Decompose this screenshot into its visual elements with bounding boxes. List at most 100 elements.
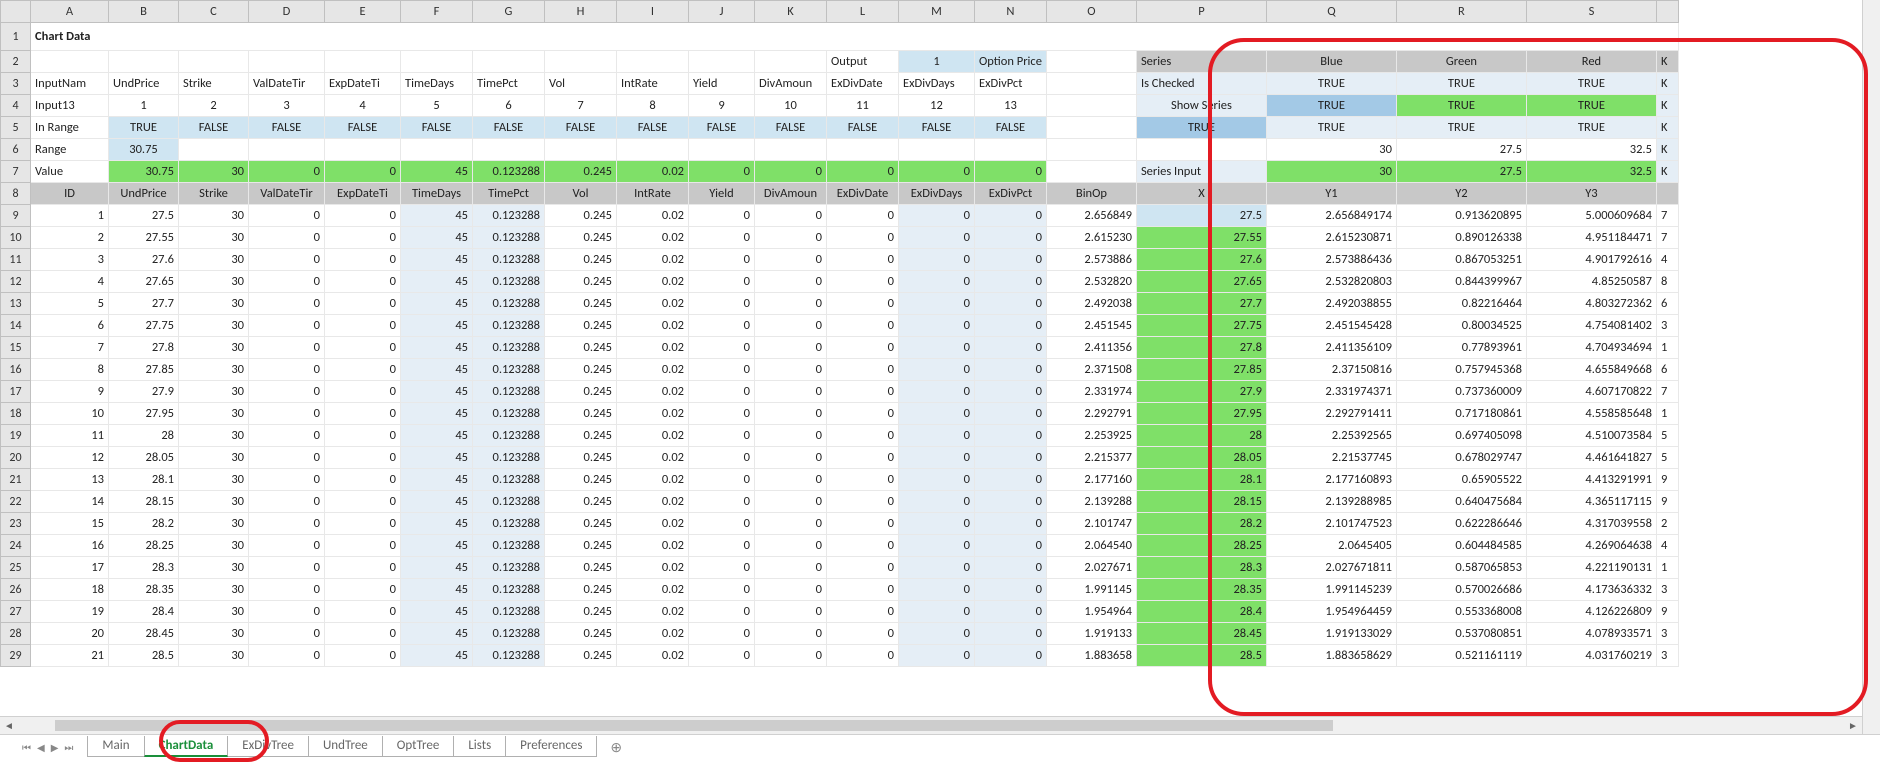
cell-exp-23[interactable]: 0 — [325, 513, 401, 535]
cell-pct-27[interactable]: 0.123288 — [473, 601, 545, 623]
cell-I2[interactable] — [617, 51, 689, 73]
cell-C5[interactable]: FALSE — [179, 117, 249, 139]
cell-n-23[interactable]: 0 — [975, 513, 1047, 535]
cell-rate-17[interactable]: 0.02 — [617, 381, 689, 403]
cell-S5[interactable]: TRUE — [1526, 117, 1656, 139]
cell-T6[interactable]: K — [1656, 139, 1678, 161]
cell-E6[interactable] — [325, 139, 401, 161]
col-label-H[interactable]: Vol — [545, 183, 617, 205]
cell-y1-21[interactable]: 2.177160893 — [1266, 469, 1396, 491]
cell-B3[interactable]: UndPrice — [109, 73, 179, 95]
cell-pct-16[interactable]: 0.123288 — [473, 359, 545, 381]
cell-E4[interactable]: 4 — [325, 95, 401, 117]
cell-strike-18[interactable]: 30 — [179, 403, 249, 425]
cell-E5[interactable]: FALSE — [325, 117, 401, 139]
cell-rate-12[interactable]: 0.02 — [617, 271, 689, 293]
col-header-J[interactable]: J — [689, 1, 755, 23]
cell-I6[interactable] — [617, 139, 689, 161]
col-label-P[interactable]: X — [1136, 183, 1266, 205]
cell-m-22[interactable]: 0 — [899, 491, 975, 513]
cell-m-12[interactable]: 0 — [899, 271, 975, 293]
cell-K5[interactable]: FALSE — [755, 117, 827, 139]
cell-vol-17[interactable]: 0.245 — [545, 381, 617, 403]
cell-m-17[interactable]: 0 — [899, 381, 975, 403]
cell-y3-28[interactable]: 4.078933571 — [1526, 623, 1656, 645]
cell-k-13[interactable]: 0 — [755, 293, 827, 315]
cell-pct-20[interactable]: 0.123288 — [473, 447, 545, 469]
cell-days-24[interactable]: 45 — [401, 535, 473, 557]
horizontal-scrollbar[interactable]: ◄ ► — [0, 716, 1862, 734]
cell-y2-16[interactable]: 0.757945368 — [1396, 359, 1526, 381]
cell-und-17[interactable]: 27.9 — [109, 381, 179, 403]
cell-m-19[interactable]: 0 — [899, 425, 975, 447]
cell-O5[interactable] — [1046, 117, 1136, 139]
sheet-tab-preferences[interactable]: Preferences — [505, 736, 597, 757]
cell-l-19[interactable]: 0 — [827, 425, 899, 447]
cell-und-21[interactable]: 28.1 — [109, 469, 179, 491]
cell-rate-11[interactable]: 0.02 — [617, 249, 689, 271]
scroll-left-icon[interactable]: ◄ — [0, 717, 18, 735]
cell-strike-21[interactable]: 30 — [179, 469, 249, 491]
cell-vol-13[interactable]: 0.245 — [545, 293, 617, 315]
cell-S6[interactable]: 32.5 — [1526, 139, 1656, 161]
cell-A2[interactable] — [31, 51, 109, 73]
cell-und-19[interactable]: 28 — [109, 425, 179, 447]
cell-rate-22[interactable]: 0.02 — [617, 491, 689, 513]
cell-over-19[interactable]: 5 — [1656, 425, 1678, 447]
cell-id-28[interactable]: 20 — [31, 623, 109, 645]
cell-K6[interactable] — [755, 139, 827, 161]
cell-F4[interactable]: 5 — [401, 95, 473, 117]
cell-strike-27[interactable]: 30 — [179, 601, 249, 623]
cell-S3[interactable]: TRUE — [1526, 73, 1656, 95]
cell-yield-16[interactable]: 0 — [689, 359, 755, 381]
cell-y2-28[interactable]: 0.537080851 — [1396, 623, 1526, 645]
cell-y1-24[interactable]: 2.0645405 — [1266, 535, 1396, 557]
cell-L2[interactable]: Output — [827, 51, 899, 73]
cell-x-11[interactable]: 27.6 — [1136, 249, 1266, 271]
cell-yield-22[interactable]: 0 — [689, 491, 755, 513]
cell-yield-14[interactable]: 0 — [689, 315, 755, 337]
cell-exp-22[interactable]: 0 — [325, 491, 401, 513]
col-label-S[interactable]: Y3 — [1526, 183, 1656, 205]
cell-B7[interactable]: 30.75 — [109, 161, 179, 183]
cell-k-14[interactable]: 0 — [755, 315, 827, 337]
col-header-Q[interactable]: Q — [1266, 1, 1396, 23]
col-header-C[interactable]: C — [179, 1, 249, 23]
cell-yield-9[interactable]: 0 — [689, 205, 755, 227]
cell-y1-12[interactable]: 2.532820803 — [1266, 271, 1396, 293]
cell-strike-29[interactable]: 30 — [179, 645, 249, 667]
cell-pct-15[interactable]: 0.123288 — [473, 337, 545, 359]
cell-pct-10[interactable]: 0.123288 — [473, 227, 545, 249]
row-header-1[interactable]: 1 — [1, 23, 31, 51]
cell-J2[interactable] — [689, 51, 755, 73]
cell-y2-21[interactable]: 0.65905522 — [1396, 469, 1526, 491]
cell-binop-12[interactable]: 2.532820 — [1046, 271, 1136, 293]
cell-days-15[interactable]: 45 — [401, 337, 473, 359]
cell-E3[interactable]: ExpDateTi — [325, 73, 401, 95]
cell-m-29[interactable]: 0 — [899, 645, 975, 667]
cell-H3[interactable]: Vol — [545, 73, 617, 95]
cell-x-21[interactable]: 28.1 — [1136, 469, 1266, 491]
cell-binop-25[interactable]: 2.027671 — [1046, 557, 1136, 579]
cell-val-12[interactable]: 0 — [249, 271, 325, 293]
cell-strike-25[interactable]: 30 — [179, 557, 249, 579]
cell-S2[interactable]: Red — [1526, 51, 1656, 73]
cell-J7[interactable]: 0 — [689, 161, 755, 183]
cell-exp-13[interactable]: 0 — [325, 293, 401, 315]
cell-k-15[interactable]: 0 — [755, 337, 827, 359]
cell-l-13[interactable]: 0 — [827, 293, 899, 315]
cell-id-9[interactable]: 1 — [31, 205, 109, 227]
cell-und-26[interactable]: 28.35 — [109, 579, 179, 601]
cell-days-11[interactable]: 45 — [401, 249, 473, 271]
cell-R4[interactable]: TRUE — [1396, 95, 1526, 117]
cell-I5[interactable]: FALSE — [617, 117, 689, 139]
cell-yield-27[interactable]: 0 — [689, 601, 755, 623]
cell-strike-26[interactable]: 30 — [179, 579, 249, 601]
cell-vol-14[interactable]: 0.245 — [545, 315, 617, 337]
row-header-12[interactable]: 12 — [1, 271, 31, 293]
cell-rate-27[interactable]: 0.02 — [617, 601, 689, 623]
cell-val-17[interactable]: 0 — [249, 381, 325, 403]
cell-y3-13[interactable]: 4.803272362 — [1526, 293, 1656, 315]
cell-strike-23[interactable]: 30 — [179, 513, 249, 535]
cell-n-18[interactable]: 0 — [975, 403, 1047, 425]
